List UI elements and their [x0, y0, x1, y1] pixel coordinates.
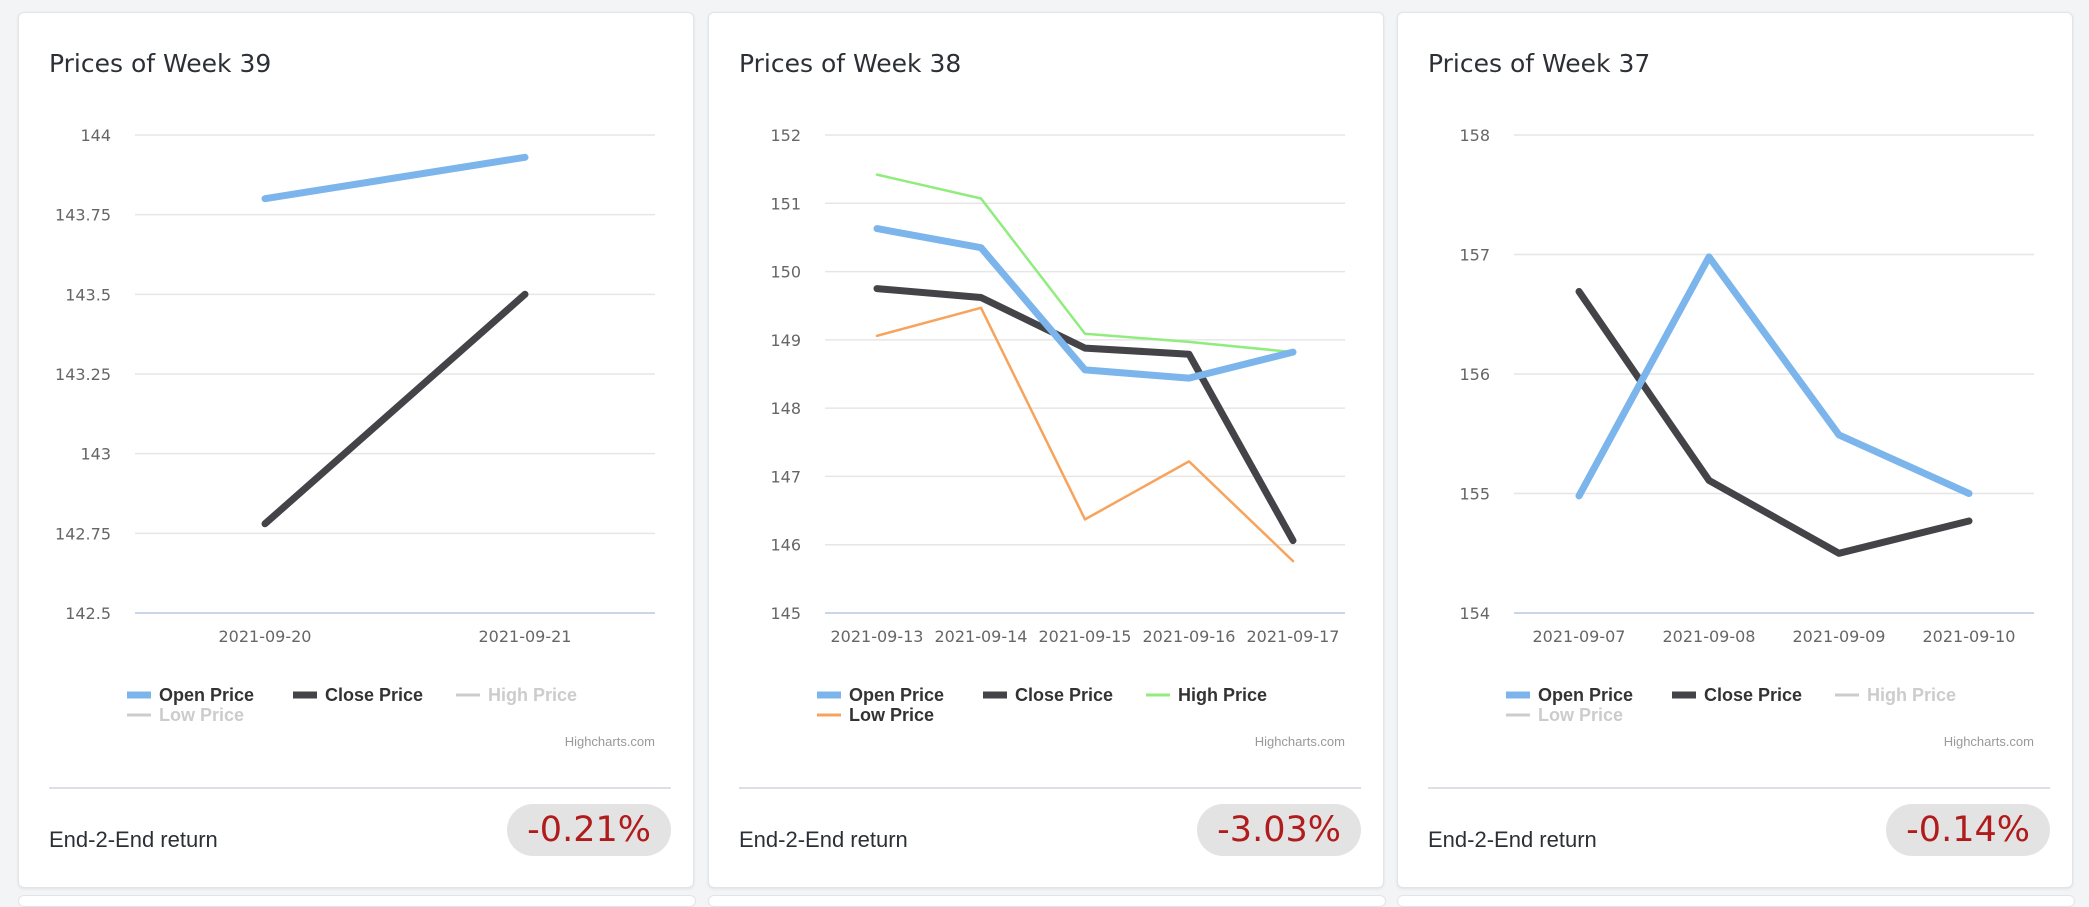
legend-label: Close Price [1704, 685, 1802, 705]
y-tick-label: 149 [770, 331, 801, 350]
y-tick-label: 143.25 [55, 365, 111, 384]
x-tick-label: 2021-09-14 [935, 627, 1028, 646]
legend-item-low[interactable]: Low Price [127, 705, 244, 725]
y-tick-label: 157 [1459, 246, 1490, 265]
return-label: End-2-End return [739, 827, 908, 853]
credits-link[interactable]: Highcharts.com [1255, 734, 1345, 749]
series-line-open [877, 229, 1293, 379]
legend-label: Low Price [159, 705, 244, 725]
legend-label: High Price [1178, 685, 1267, 705]
series-line-open [265, 157, 525, 198]
series-line-high [877, 175, 1293, 353]
x-tick-label: 2021-09-10 [1923, 627, 2016, 646]
return-value-badge: -0.14% [1886, 804, 2050, 856]
legend-label: Close Price [1015, 685, 1113, 705]
credits-link[interactable]: Highcharts.com [565, 734, 655, 749]
y-tick-label: 156 [1459, 365, 1490, 384]
credits-link[interactable]: Highcharts.com [1944, 734, 2034, 749]
x-tick-label: 2021-09-08 [1663, 627, 1756, 646]
legend-item-open[interactable]: Open Price [817, 685, 944, 705]
y-tick-label: 142.75 [55, 524, 111, 543]
next-card-edge [18, 895, 696, 907]
y-tick-label: 154 [1459, 604, 1490, 623]
next-card-edge [1397, 895, 2075, 907]
y-tick-label: 148 [770, 399, 801, 418]
y-tick-label: 147 [770, 467, 801, 486]
divider [739, 787, 1361, 789]
y-tick-label: 155 [1459, 485, 1490, 504]
legend-label: Low Price [849, 705, 934, 725]
chart-card-week-37: Prices of Week 37 1541551561571582021-09… [1397, 12, 2073, 888]
y-tick-label: 150 [770, 263, 801, 282]
series-line-close [1579, 292, 1969, 554]
x-tick-label: 2021-09-15 [1039, 627, 1132, 646]
x-tick-label: 2021-09-17 [1247, 627, 1340, 646]
divider [1428, 787, 2050, 789]
return-value-badge: -3.03% [1197, 804, 1361, 856]
legend-label: Open Price [1538, 685, 1633, 705]
x-tick-label: 2021-09-16 [1143, 627, 1236, 646]
y-tick-label: 143.5 [65, 285, 111, 304]
y-tick-label: 143 [80, 445, 111, 464]
legend-item-high[interactable]: High Price [1146, 685, 1267, 705]
legend-label: Open Price [159, 685, 254, 705]
legend-item-low[interactable]: Low Price [817, 705, 934, 725]
legend-item-open[interactable]: Open Price [127, 685, 254, 705]
return-label: End-2-End return [1428, 827, 1597, 853]
y-tick-label: 152 [770, 126, 801, 145]
legend-item-high[interactable]: High Price [456, 685, 577, 705]
y-tick-label: 144 [80, 126, 111, 145]
y-tick-label: 145 [770, 604, 801, 623]
price-line-chart: 145 146 147 148 149 150 151 152 2021-09-13 2021-0… [709, 13, 1385, 773]
y-tick-label: 158 [1459, 126, 1490, 145]
next-card-edge [708, 895, 1386, 907]
legend-item-open[interactable]: Open Price [1506, 685, 1633, 705]
x-tick-label: 2021-09-13 [831, 627, 924, 646]
legend-label: High Price [1867, 685, 1956, 705]
legend-label: Low Price [1538, 705, 1623, 725]
price-line-chart: 154 155 156 157 158 2021-09-07 2021-09-08 2021-… [1398, 13, 2074, 773]
return-value-badge: -0.21% [507, 804, 671, 856]
legend-item-low[interactable]: Low Price [1506, 705, 1623, 725]
y-tick-label: 151 [770, 194, 801, 213]
y-tick-label: 146 [770, 536, 801, 555]
divider [49, 787, 671, 789]
y-tick-label: 142.5 [65, 604, 111, 623]
x-tick-label: 2021-09-07 [1533, 627, 1626, 646]
chart-card-week-39: Prices of Week 39 142.5142.75143143.2514… [18, 12, 694, 888]
return-label: End-2-End return [49, 827, 218, 853]
legend-label: Open Price [849, 685, 944, 705]
legend-item-close[interactable]: Close Price [293, 685, 423, 705]
price-line-chart: 142.5 142.75 143 143.25 143.5 143.75 144 2021-0… [19, 13, 695, 773]
legend-label: High Price [488, 685, 577, 705]
legend-item-close[interactable]: Close Price [1672, 685, 1802, 705]
legend-item-high[interactable]: High Price [1835, 685, 1956, 705]
x-tick-label: 2021-09-20 [219, 627, 312, 646]
chart-card-week-38: Prices of Week 38 1451461471481491501511… [708, 12, 1384, 888]
legend-label: Close Price [325, 685, 423, 705]
legend-item-close[interactable]: Close Price [983, 685, 1113, 705]
x-tick-label: 2021-09-21 [479, 627, 572, 646]
y-tick-label: 143.75 [55, 206, 111, 225]
series-line-close [265, 294, 525, 524]
x-tick-label: 2021-09-09 [1793, 627, 1886, 646]
